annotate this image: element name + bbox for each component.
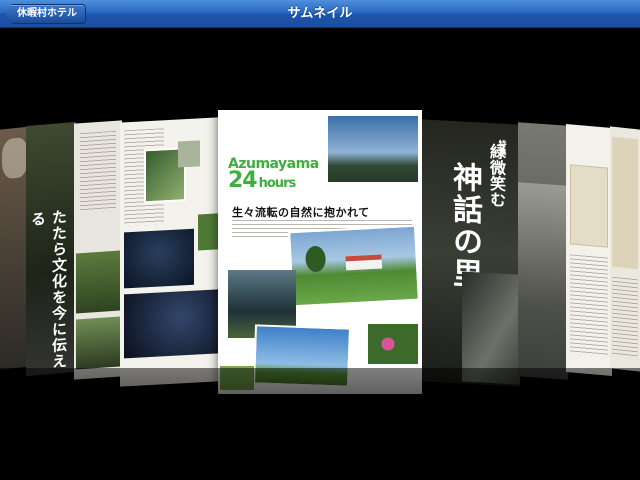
page-photo-flowers	[368, 324, 418, 364]
page-text-block	[80, 130, 116, 214]
page-photo	[76, 316, 120, 370]
page-title: サムネイル	[287, 6, 353, 21]
page-vertical-title: たたら文化を今に伝える	[29, 208, 68, 371]
page-photo	[76, 250, 120, 314]
navigation-bar: 休暇村ホテル サムネイル	[0, 0, 640, 28]
thumbnail-page-left-1[interactable]	[120, 117, 218, 387]
page-photo	[198, 213, 218, 251]
page-photo-map	[570, 164, 608, 248]
page-photo-map	[612, 136, 638, 270]
page-photo	[178, 140, 200, 168]
coverflow-reflection	[0, 368, 640, 480]
page-vertical-label: 特集	[498, 139, 508, 156]
page-text-block	[612, 276, 638, 360]
thumbnail-page-selected[interactable]: Azumayama 24 hours 生々流転の自然に抱かれて	[218, 110, 422, 394]
page-photo	[2, 136, 28, 180]
thumbnail-page-right-1[interactable]: 神話の里 緑微笑む 特集	[422, 119, 520, 387]
thumbnail-page-left-2[interactable]	[74, 120, 122, 380]
page-headline: 生々流転の自然に抱かれて	[232, 206, 370, 219]
page-photo	[124, 228, 194, 289]
page-photo	[518, 182, 568, 306]
page-title-24hours: 24 hours	[228, 168, 296, 193]
coverflow[interactable]: たたら文化を今に伝える Azumayama 24 hours 生々流転の自然に抱か…	[0, 28, 640, 480]
thumbnail-page-right-2[interactable]	[518, 122, 568, 380]
page-photo	[124, 289, 218, 359]
thumbnail-page-right-3[interactable]	[566, 123, 612, 377]
thumbnail-page-left-3[interactable]: たたら文化を今に伝える	[26, 121, 76, 377]
thumbnail-page-right-4[interactable]	[610, 126, 640, 372]
page-text-block	[570, 254, 608, 358]
page-photo-meadow	[288, 224, 420, 308]
page-photo-sky	[328, 116, 418, 182]
